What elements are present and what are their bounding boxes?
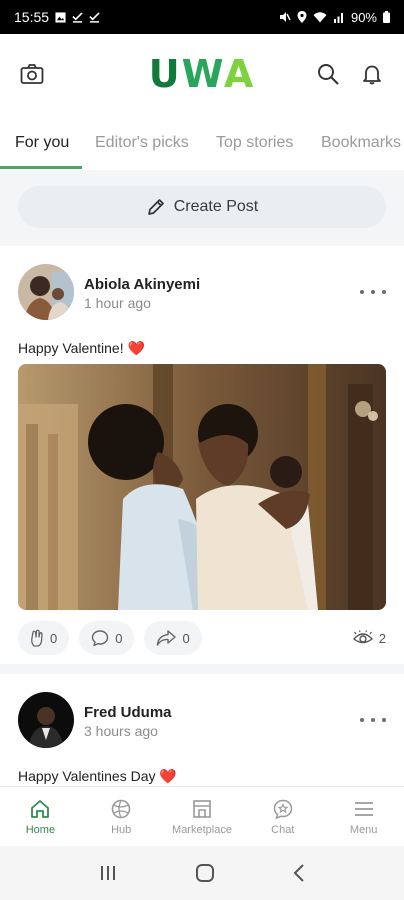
nav-hub-label: Hub bbox=[111, 823, 132, 836]
location-icon bbox=[297, 11, 307, 23]
uwa-logo: UWA bbox=[148, 52, 256, 96]
nav-marketplace-label: Marketplace bbox=[172, 823, 232, 836]
tab-bookmarks[interactable]: Bookmarks bbox=[321, 116, 401, 170]
post-text: Happy Valentines Day ❤️ bbox=[18, 768, 177, 784]
nav-chat-label: Chat bbox=[271, 823, 295, 836]
back-icon[interactable] bbox=[292, 863, 306, 883]
avatar-image bbox=[18, 692, 74, 748]
post-card: Abiola Akinyemi 1 hour ago Happy Valenti… bbox=[0, 246, 404, 664]
ball-icon bbox=[111, 799, 131, 818]
create-post-area: Create Post bbox=[0, 170, 404, 246]
author-name[interactable]: Fred Uduma bbox=[84, 704, 172, 721]
feed-tabs: For you Editor's picks Top stories Bookm… bbox=[0, 116, 404, 170]
mute-icon bbox=[279, 12, 291, 22]
chat-icon bbox=[273, 799, 293, 819]
comment-icon bbox=[92, 630, 109, 647]
search-icon bbox=[318, 64, 339, 85]
like-button[interactable]: 0 bbox=[18, 621, 70, 655]
more-options-button[interactable] bbox=[360, 712, 386, 728]
tab-for-you[interactable]: For you bbox=[15, 116, 69, 170]
download-done-icon-2 bbox=[89, 11, 100, 23]
dot-icon bbox=[382, 718, 386, 722]
recent-apps-icon[interactable] bbox=[98, 864, 118, 882]
bottom-navigation: Home Hub Marketplace Chat Menu bbox=[0, 786, 404, 846]
wifi-icon bbox=[313, 12, 327, 23]
share-button[interactable]: 0 bbox=[144, 621, 202, 655]
dot-icon bbox=[371, 718, 375, 722]
tab-editors-picks[interactable]: Editor's picks bbox=[95, 116, 189, 170]
avatar[interactable] bbox=[18, 692, 74, 748]
battery-level: 90% bbox=[350, 9, 377, 25]
views-count: 2 bbox=[352, 630, 386, 646]
heart-emoji: ❤️ bbox=[159, 768, 177, 784]
more-options-button[interactable] bbox=[360, 284, 386, 300]
dot-icon bbox=[360, 718, 364, 722]
clock: 15:55 bbox=[14, 9, 50, 25]
store-icon bbox=[193, 799, 211, 818]
avatar-image bbox=[18, 264, 74, 320]
search-button[interactable] bbox=[314, 60, 342, 88]
dot-icon bbox=[360, 290, 364, 294]
battery-icon bbox=[383, 11, 390, 23]
post-card: Fred Uduma 3 hours ago Happy Valentines … bbox=[0, 674, 404, 786]
signal-icon bbox=[333, 13, 343, 23]
post-text: Happy Valentine! ❤️ bbox=[18, 340, 145, 356]
nav-hub[interactable]: Hub bbox=[81, 787, 162, 846]
comment-button[interactable]: 0 bbox=[79, 621, 135, 655]
share-icon bbox=[157, 630, 177, 646]
gallery-icon bbox=[55, 11, 66, 23]
home-icon bbox=[31, 799, 50, 818]
dot-icon bbox=[371, 290, 375, 294]
share-count: 0 bbox=[182, 630, 190, 646]
nav-marketplace[interactable]: Marketplace bbox=[162, 787, 243, 846]
download-done-icon bbox=[72, 11, 83, 23]
tab-top-stories[interactable]: Top stories bbox=[216, 116, 293, 170]
feed[interactable]: Abiola Akinyemi 1 hour ago Happy Valenti… bbox=[0, 246, 404, 786]
dot-icon bbox=[382, 290, 386, 294]
notifications-button[interactable] bbox=[358, 60, 386, 88]
menu-icon bbox=[354, 801, 373, 816]
status-bar: 15:55 90% bbox=[0, 0, 404, 34]
heart-emoji: ❤️ bbox=[127, 340, 145, 356]
nav-home-label: Home bbox=[25, 823, 56, 836]
post-time: 3 hours ago bbox=[84, 723, 158, 739]
nav-menu[interactable]: Menu bbox=[323, 787, 404, 846]
system-navigation-bar bbox=[0, 846, 404, 900]
post-actions: 0 0 0 2 bbox=[18, 620, 386, 656]
eye-icon bbox=[352, 630, 373, 644]
nav-menu-label: Menu bbox=[349, 823, 378, 836]
nav-chat[interactable]: Chat bbox=[242, 787, 323, 846]
like-count: 0 bbox=[50, 630, 58, 646]
bell-icon bbox=[363, 65, 381, 85]
create-post-button[interactable]: Create Post bbox=[18, 186, 386, 228]
pencil-icon bbox=[147, 199, 164, 215]
comment-count: 0 bbox=[115, 630, 123, 646]
nav-home[interactable]: Home bbox=[0, 787, 81, 846]
post-time: 1 hour ago bbox=[84, 295, 151, 311]
create-post-label: Create Post bbox=[173, 198, 259, 215]
app-header: UWA bbox=[0, 34, 404, 116]
avatar[interactable] bbox=[18, 264, 74, 320]
active-tab-indicator bbox=[0, 166, 82, 169]
author-name[interactable]: Abiola Akinyemi bbox=[84, 276, 200, 293]
post-image[interactable] bbox=[18, 364, 386, 610]
couple-photo bbox=[18, 364, 386, 610]
clap-icon bbox=[31, 629, 43, 647]
home-button-icon[interactable] bbox=[194, 862, 216, 884]
